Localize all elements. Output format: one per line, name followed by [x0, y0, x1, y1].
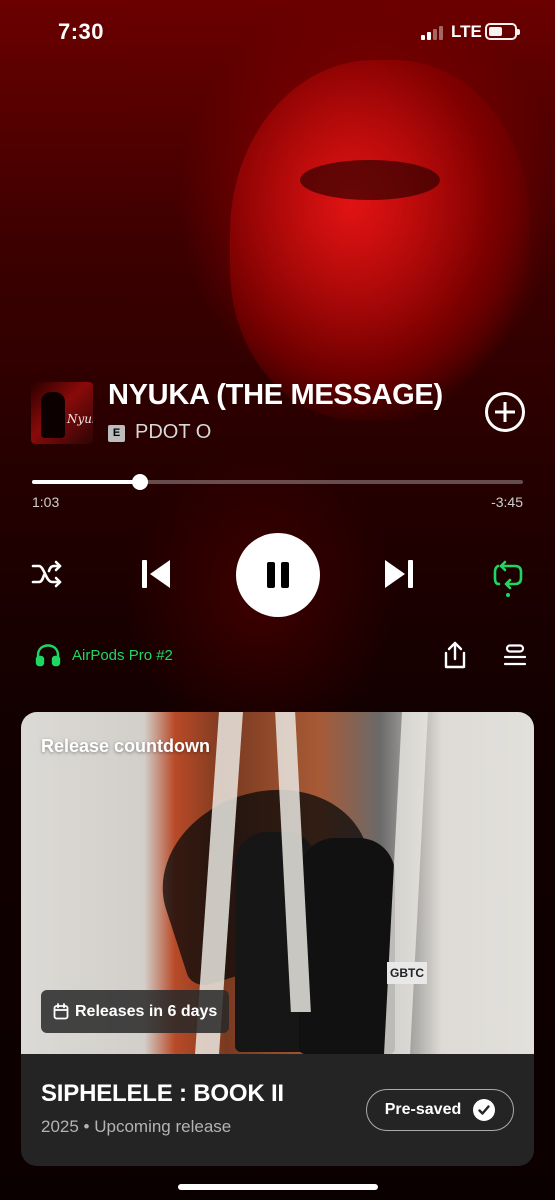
next-button[interactable] — [381, 556, 417, 592]
presave-label: Pre-saved — [384, 1101, 462, 1118]
pause-button[interactable] — [236, 533, 320, 617]
album-cover[interactable]: Nyuka — [31, 382, 93, 444]
repeat-icon — [493, 560, 523, 597]
remaining-time: -3:45 — [491, 494, 523, 510]
home-indicator[interactable] — [178, 1184, 378, 1190]
pause-icon — [267, 562, 289, 588]
share-icon — [444, 641, 466, 669]
headphones-icon — [35, 644, 61, 667]
share-button[interactable] — [441, 640, 469, 670]
status-time: 7:30 — [58, 19, 105, 44]
shuffle-icon — [31, 560, 62, 588]
network-type: LTE — [451, 22, 482, 41]
artist-photo — [230, 60, 530, 420]
device-name: AirPods Pro #2 — [72, 646, 173, 664]
status-bar: 7:30 LTE — [0, 0, 555, 62]
explicit-badge: E — [108, 425, 125, 442]
repeat-button[interactable] — [491, 558, 525, 598]
progress-fill — [32, 480, 141, 484]
track-title[interactable]: NYUKA (THE MESSAGE) — [108, 379, 443, 412]
release-countdown-card[interactable]: GBTC Release countdown Releases in 6 day… — [21, 712, 534, 1166]
elapsed-time: 1:03 — [32, 494, 60, 510]
battery-icon — [485, 23, 520, 40]
add-to-library-button[interactable] — [485, 392, 525, 432]
shuffle-button[interactable] — [30, 557, 64, 591]
calendar-icon — [53, 1003, 69, 1020]
cover-text: Nyuka — [67, 412, 93, 426]
release-date-label: Releases in 6 days — [75, 1002, 218, 1020]
skip-next-icon — [385, 560, 413, 588]
progress-handle[interactable] — [132, 474, 149, 490]
skip-previous-icon — [142, 560, 170, 588]
album-title: SIPHELELE : BOOK II — [41, 1080, 284, 1107]
check-circle-icon — [473, 1099, 496, 1121]
connected-device[interactable]: AirPods Pro #2 — [35, 643, 173, 667]
release-date-chip: Releases in 6 days — [41, 990, 230, 1033]
signal-icon — [421, 24, 447, 40]
progress-bar[interactable] — [32, 474, 523, 490]
card-heading: Release countdown — [41, 736, 211, 756]
queue-icon — [503, 644, 527, 666]
album-subtitle: 2025 • Upcoming release — [41, 1117, 232, 1136]
presave-button[interactable]: Pre-saved — [366, 1089, 514, 1131]
artwork-sign: GBTC — [387, 962, 427, 984]
previous-button[interactable] — [138, 556, 174, 592]
artist-name[interactable]: PDOT O — [135, 421, 211, 444]
queue-button[interactable] — [503, 643, 527, 667]
